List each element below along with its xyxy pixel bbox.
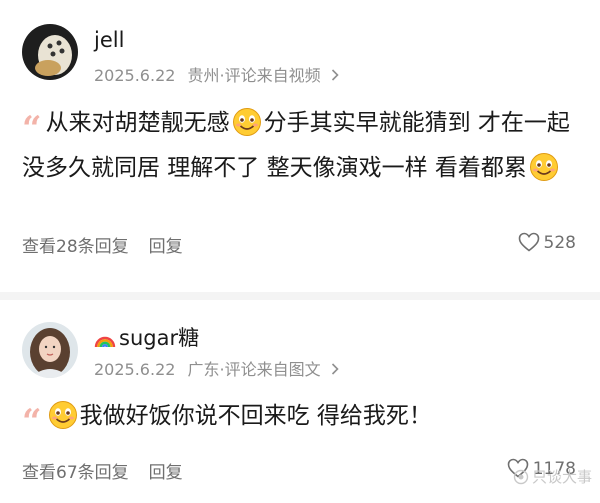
reply-button[interactable]: 回复: [149, 237, 183, 257]
comment-text: “ 我做好饭你说不回来吃 得给我死！: [22, 397, 582, 442]
comment-text: “从来对胡楚靓无感 分手其实早就能猜到 才在一起没多久就同居 理解不了 整天像演…: [22, 104, 582, 194]
rainbow-icon: [94, 329, 116, 353]
avatar[interactable]: [22, 322, 78, 378]
view-replies-link[interactable]: 查看28条回复: [22, 237, 129, 257]
quote-icon: “: [22, 402, 41, 442]
reply-button[interactable]: 回复: [149, 463, 183, 483]
watermark: 只谈大事: [513, 466, 592, 489]
comment-footer: 查看28条回复 回复: [22, 232, 183, 257]
quote-icon: “: [22, 109, 41, 149]
comment-footer: 查看67条回复 回复: [22, 458, 183, 483]
like-count: 528: [543, 233, 576, 253]
comment-date: 2025.6.22: [94, 360, 176, 379]
comment-source: 评论来自视频: [224, 66, 321, 85]
comment-text-part: 从来对胡楚靓无感: [45, 110, 230, 136]
view-replies-link[interactable]: 查看67条回复: [22, 463, 129, 483]
username[interactable]: jell: [94, 28, 124, 52]
comment-source: 评论来自图文: [224, 360, 321, 379]
comment-location: 广东: [187, 360, 220, 379]
watermark-text: 只谈大事: [531, 468, 592, 486]
comment-item: sugar糖 2025.6.22 广东·评论来自图文 “ 我做好饭你说不回来吃 …: [0, 300, 600, 503]
avatar[interactable]: [22, 24, 78, 80]
like-button[interactable]: 528: [518, 232, 576, 257]
heart-icon: [518, 232, 540, 257]
comment-item: jell 2025.6.22 贵州·评论来自视频 “从来对胡楚靓无感 分手其实早…: [0, 0, 600, 292]
comment-meta[interactable]: 2025.6.22 贵州·评论来自视频: [94, 62, 339, 86]
chevron-right-icon: [331, 69, 339, 85]
comment-divider: [0, 292, 600, 300]
username[interactable]: sugar糖: [94, 322, 199, 353]
chevron-right-icon: [331, 363, 339, 379]
username-text: sugar糖: [119, 326, 200, 350]
smile-emoji-icon: [529, 152, 559, 194]
watermark-logo-icon: [513, 469, 529, 489]
smile-emoji-icon: [232, 107, 262, 149]
comment-text-part: 我做好饭你说不回来吃 得给我死！: [79, 403, 432, 429]
comment-meta[interactable]: 2025.6.22 广东·评论来自图文: [94, 356, 339, 380]
comment-location: 贵州: [187, 66, 220, 85]
comment-date: 2025.6.22: [94, 66, 176, 85]
smile-emoji-icon: [48, 400, 78, 442]
